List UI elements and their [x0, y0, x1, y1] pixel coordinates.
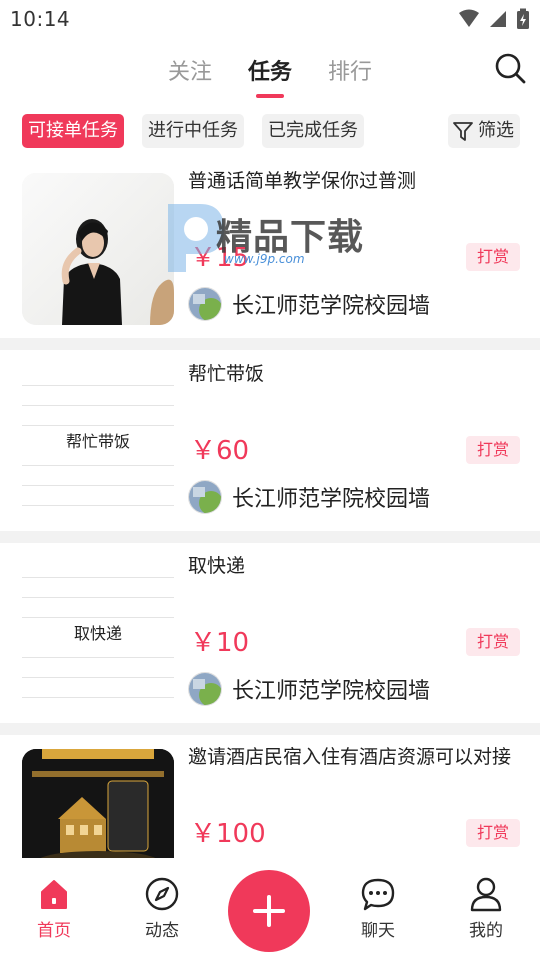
compass-icon: [145, 877, 179, 911]
publisher-name: 长江师范学院校园墙: [232, 679, 431, 704]
person-photo: [22, 173, 174, 325]
publisher-name: 长江师范学院校园墙: [232, 487, 431, 512]
task-price: ￥100: [190, 819, 266, 849]
signal-icon: [490, 11, 506, 27]
publisher-name: 长江师范学院校园墙: [232, 294, 431, 319]
reward-tag[interactable]: 打赏: [466, 243, 520, 271]
status-time: 10:14: [10, 7, 71, 31]
publish-fab-button[interactable]: [228, 870, 310, 952]
tab-ranking[interactable]: 排行: [328, 54, 372, 98]
thumbnail-label: 取快递: [22, 622, 174, 646]
hotel-promo-image: [22, 749, 174, 858]
chip-completed-tasks[interactable]: 已完成任务: [262, 114, 364, 148]
nav-feed-label: 动态: [145, 921, 179, 941]
status-bar: 10:14: [0, 0, 540, 38]
top-nav: 关注 任务 排行: [0, 40, 540, 100]
task-thumbnail-text: 取快递: [22, 558, 174, 710]
task-card[interactable]: 帮忙带饭 帮忙带饭 ￥60 打赏 长江师范学院校园墙: [0, 358, 540, 531]
battery-charging-icon: [517, 8, 529, 29]
tab-tasks[interactable]: 任务: [248, 54, 292, 98]
search-icon[interactable]: [494, 52, 526, 84]
publisher[interactable]: 长江师范学院校园墙: [188, 287, 430, 321]
chip-in-progress-tasks[interactable]: 进行中任务: [142, 114, 244, 148]
task-thumbnail-text: 帮忙带饭: [22, 366, 174, 518]
tab-tasks-label: 任务: [248, 60, 293, 85]
task-title: 邀请酒店民宿入住有酒店资源可以对接: [188, 746, 512, 768]
nav-home-label: 首页: [37, 921, 71, 941]
home-icon: [41, 880, 67, 909]
tab-bar: 关注 任务 排行: [168, 54, 372, 98]
publisher[interactable]: 长江师范学院校园墙: [188, 480, 430, 514]
publisher[interactable]: 长江师范学院校园墙: [188, 672, 430, 706]
task-title: 取快递: [188, 555, 246, 577]
nav-feed[interactable]: 动态: [122, 876, 202, 941]
reward-tag[interactable]: 打赏: [466, 436, 520, 464]
funnel-icon: [453, 122, 473, 141]
tab-ranking-label: 排行: [328, 60, 373, 85]
chat-bubble-icon: [361, 878, 395, 911]
thumbnail-label: 帮忙带饭: [22, 430, 174, 454]
nav-chat[interactable]: 聊天: [338, 876, 418, 941]
publisher-avatar: [188, 672, 222, 706]
bottom-nav: 首页 动态 聊天 我的: [0, 858, 540, 960]
task-title: 普通话简单教学保你过普测: [188, 170, 417, 192]
tab-following-label: 关注: [168, 60, 213, 85]
task-price: ￥10: [190, 628, 250, 658]
status-icons: [458, 8, 530, 30]
reward-tag[interactable]: 打赏: [466, 628, 520, 656]
nav-chat-label: 聊天: [361, 921, 395, 941]
task-price: ￥15: [190, 243, 250, 273]
user-icon: [470, 877, 502, 912]
task-card[interactable]: 邀请酒店民宿入住有酒店资源可以对接 ￥100 打赏: [0, 741, 540, 858]
plus-icon: [253, 895, 285, 927]
chip-available-tasks[interactable]: 可接单任务: [22, 114, 124, 148]
task-price: ￥60: [190, 436, 250, 466]
filter-button[interactable]: 筛选: [448, 114, 520, 148]
card-divider: [0, 338, 540, 350]
task-title: 帮忙带饭: [188, 363, 265, 385]
publisher-avatar: [188, 287, 222, 321]
task-thumbnail-photo: [22, 749, 174, 858]
task-thumbnail-photo: [22, 173, 174, 325]
nav-profile-label: 我的: [469, 921, 503, 941]
task-card[interactable]: 取快递 取快递 ￥10 打赏 长江师范学院校园墙: [0, 550, 540, 723]
filter-label: 筛选: [478, 120, 514, 141]
publisher-avatar: [188, 480, 222, 514]
task-card[interactable]: 普通话简单教学保你过普测 ￥15 打赏 长江师范学院校园墙: [0, 165, 540, 338]
wifi-icon: [459, 9, 479, 27]
card-divider: [0, 723, 540, 735]
card-divider: [0, 531, 540, 543]
nav-profile[interactable]: 我的: [446, 876, 526, 941]
reward-tag[interactable]: 打赏: [466, 819, 520, 847]
filter-bar: 可接单任务 进行中任务 已完成任务 筛选: [0, 112, 540, 152]
nav-home[interactable]: 首页: [14, 876, 94, 941]
tab-following[interactable]: 关注: [168, 54, 212, 98]
